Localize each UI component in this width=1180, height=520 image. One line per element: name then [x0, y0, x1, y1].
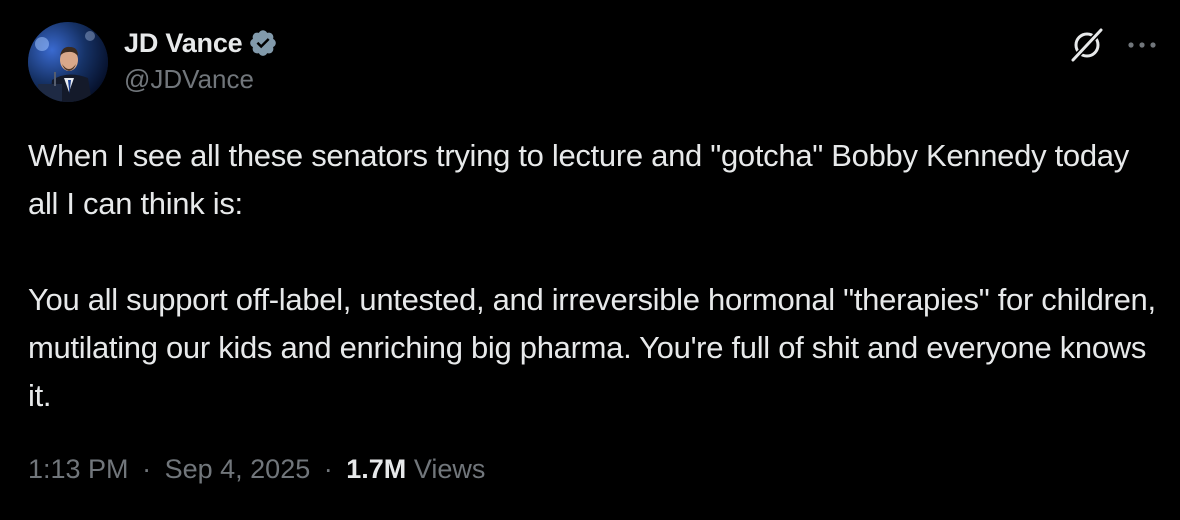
- author-display-name[interactable]: JD Vance: [124, 28, 243, 59]
- tweet-paragraph-1: When I see all these senators trying to …: [28, 138, 1129, 221]
- tweet-paragraph-2: You all support off-label, untested, and…: [28, 282, 1156, 413]
- avatar[interactable]: [28, 22, 108, 102]
- tweet-meta: 1:13 PM · Sep 4, 2025 · 1.7M Views: [28, 454, 485, 485]
- author-name-row[interactable]: JD Vance: [124, 26, 278, 60]
- meta-separator: ·: [142, 454, 152, 484]
- tweet-time[interactable]: 1:13 PM: [28, 454, 129, 484]
- grok-icon[interactable]: [1068, 26, 1106, 64]
- meta-separator: ·: [323, 454, 333, 484]
- tweet-text: When I see all these senators trying to …: [28, 132, 1158, 420]
- tweet-card: JD Vance @JDVance When I see all these s…: [0, 0, 1180, 520]
- views-label: Views: [413, 454, 486, 484]
- views-count[interactable]: 1.7M: [346, 454, 406, 484]
- tweet-date[interactable]: Sep 4, 2025: [165, 454, 311, 484]
- avatar-image: [28, 22, 108, 102]
- author-handle[interactable]: @JDVance: [124, 64, 254, 95]
- more-options-icon[interactable]: [1124, 30, 1160, 60]
- verified-badge-icon[interactable]: [248, 28, 278, 58]
